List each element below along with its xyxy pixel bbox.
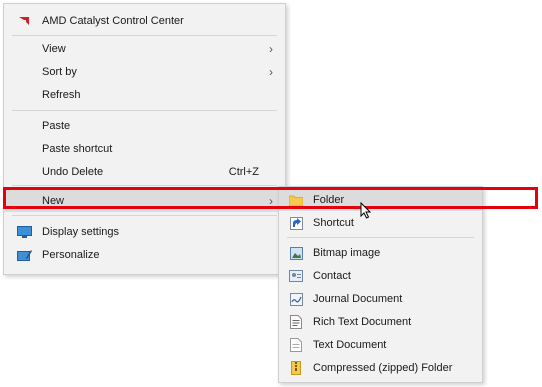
bitmap-icon bbox=[288, 245, 304, 261]
personalize-icon bbox=[16, 247, 32, 263]
menu-item-label: AMD Catalyst Control Center bbox=[42, 15, 184, 27]
submenu-item-journal[interactable]: Journal Document bbox=[279, 288, 482, 310]
submenu-item-rich-text[interactable]: Rich Text Document bbox=[279, 311, 482, 333]
submenu-item-text-document[interactable]: Text Document bbox=[279, 334, 482, 356]
menu-item-label: Personalize bbox=[42, 249, 100, 261]
keyboard-shortcut: Ctrl+Z bbox=[228, 166, 259, 178]
menu-separator bbox=[12, 185, 277, 186]
menu-item-view[interactable]: View › bbox=[4, 38, 285, 60]
menu-separator bbox=[287, 237, 474, 238]
menu-item-sort-by[interactable]: Sort by › bbox=[4, 61, 285, 83]
menu-separator bbox=[12, 35, 277, 36]
rich-text-icon bbox=[288, 314, 304, 330]
contact-icon bbox=[288, 268, 304, 284]
submenu-item-label: Bitmap image bbox=[313, 247, 381, 259]
menu-item-personalize[interactable]: Personalize bbox=[4, 244, 285, 266]
chevron-right-icon: › bbox=[269, 42, 273, 56]
mouse-cursor-icon bbox=[360, 201, 372, 222]
new-submenu: Folder Shortcut Bitmap image Contact Jou… bbox=[278, 186, 483, 383]
menu-item-paste[interactable]: Paste bbox=[4, 115, 285, 137]
journal-icon bbox=[288, 291, 304, 307]
menu-item-refresh[interactable]: Refresh bbox=[4, 84, 285, 106]
menu-item-label: Refresh bbox=[42, 89, 81, 101]
menu-item-amd-catalyst[interactable]: AMD Catalyst Control Center bbox=[4, 10, 285, 32]
submenu-item-label: Rich Text Document bbox=[313, 316, 412, 328]
menu-item-label: Display settings bbox=[42, 226, 120, 238]
submenu-item-folder[interactable]: Folder bbox=[279, 189, 482, 211]
submenu-item-contact[interactable]: Contact bbox=[279, 265, 482, 287]
menu-separator bbox=[12, 110, 277, 111]
amd-logo-icon bbox=[16, 13, 32, 29]
menu-item-new[interactable]: New › bbox=[4, 190, 285, 212]
submenu-item-shortcut[interactable]: Shortcut bbox=[279, 212, 482, 234]
desktop-context-menu: AMD Catalyst Control Center View › Sort … bbox=[3, 3, 286, 275]
folder-icon bbox=[288, 192, 304, 208]
submenu-item-label: Journal Document bbox=[313, 293, 403, 305]
menu-item-label: Sort by bbox=[42, 66, 77, 78]
menu-item-display-settings[interactable]: Display settings bbox=[4, 221, 285, 243]
submenu-item-label: Contact bbox=[313, 270, 351, 282]
submenu-item-bitmap[interactable]: Bitmap image bbox=[279, 242, 482, 264]
menu-item-label: Paste shortcut bbox=[42, 143, 113, 155]
text-document-icon bbox=[288, 337, 304, 353]
submenu-item-label: Shortcut bbox=[313, 217, 354, 229]
menu-item-label: Paste bbox=[42, 120, 71, 132]
menu-item-label: View bbox=[42, 43, 66, 55]
display-icon bbox=[16, 224, 32, 240]
menu-item-paste-shortcut[interactable]: Paste shortcut bbox=[4, 138, 285, 160]
menu-item-undo-delete[interactable]: Undo Delete Ctrl+Z bbox=[4, 161, 285, 183]
chevron-right-icon: › bbox=[269, 194, 273, 208]
submenu-item-label: Text Document bbox=[313, 339, 387, 351]
chevron-right-icon: › bbox=[269, 65, 273, 79]
submenu-item-zip-folder[interactable]: Compressed (zipped) Folder bbox=[279, 357, 482, 379]
menu-item-label: Undo Delete bbox=[42, 166, 104, 178]
submenu-item-label: Folder bbox=[313, 194, 345, 206]
zip-folder-icon bbox=[288, 360, 304, 376]
menu-item-label: New bbox=[42, 195, 65, 207]
submenu-item-label: Compressed (zipped) Folder bbox=[313, 362, 453, 374]
shortcut-icon bbox=[288, 215, 304, 231]
menu-separator bbox=[12, 215, 277, 216]
